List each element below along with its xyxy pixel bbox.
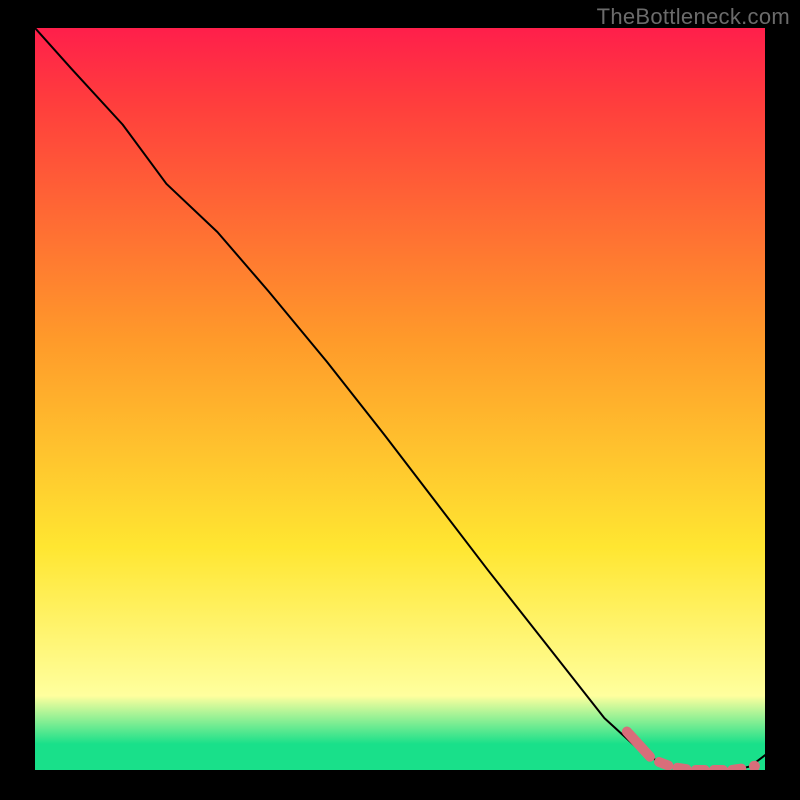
watermark-text: TheBottleneck.com [597, 4, 790, 30]
optimal-dash [732, 769, 741, 770]
chart-frame: TheBottleneck.com [0, 0, 800, 800]
heatmap-background [35, 28, 765, 770]
optimal-dash [659, 762, 668, 766]
optimal-dash [677, 768, 686, 769]
chart-plot-area [35, 28, 765, 770]
chart-svg [35, 28, 765, 770]
